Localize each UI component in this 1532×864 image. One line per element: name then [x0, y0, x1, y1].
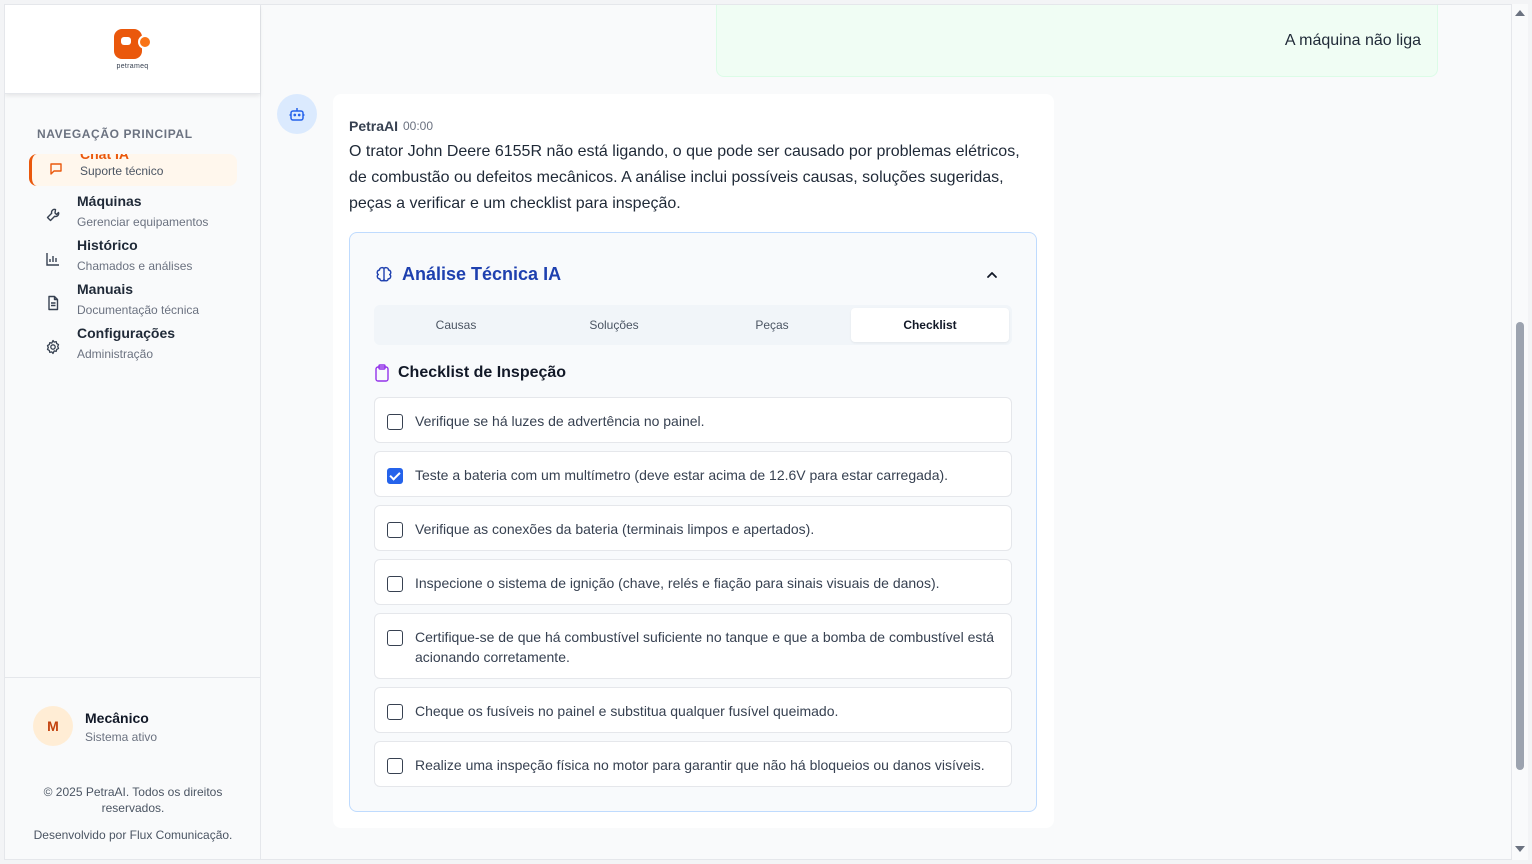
sidebar-item-configuracoes[interactable]: Configurações Administração: [29, 325, 237, 365]
developer-credit: Desenvolvido por Flux Comunicação.: [33, 828, 233, 842]
sidebar-item-historico[interactable]: Histórico Chamados e análises: [29, 237, 237, 277]
message-timestamp: 00:00: [403, 119, 434, 133]
user-name: Mecânico: [85, 710, 149, 726]
checkbox[interactable]: [387, 576, 403, 592]
logo[interactable]: petrameq: [5, 5, 260, 94]
checklist-item-text: Certifique-se de que há combustível sufi…: [415, 629, 995, 665]
checklist-item-text: Realize uma inspeção física no motor par…: [415, 757, 985, 773]
app-window: petrameq NAVEGAÇÃO PRINCIPAL Chat IA Sup…: [4, 4, 1512, 860]
sidebar-item-maquinas[interactable]: Máquinas Gerenciar equipamentos: [29, 193, 237, 233]
checkbox[interactable]: [387, 468, 403, 484]
checkbox[interactable]: [387, 704, 403, 720]
sidebar-item-sublabel: Documentação técnica: [77, 303, 200, 317]
scrollbar-thumb[interactable]: [1516, 322, 1524, 770]
analysis-title: Análise Técnica IA: [402, 264, 562, 284]
checklist-item[interactable]: Certifique-se de que há combustível sufi…: [374, 613, 1012, 679]
tab-pecas[interactable]: Peças: [693, 308, 851, 342]
checklist-item[interactable]: Realize uma inspeção física no motor par…: [374, 741, 1012, 787]
sidebar-item-label: Histórico: [77, 237, 138, 253]
checklist-item-text: Cheque os fusíveis no painel e substitua…: [415, 703, 839, 719]
bot-message-card: PetraAI 00:00 O trator John Deere 6155R …: [333, 94, 1054, 828]
checklist-item-text: Verifique se há luzes de advertência no …: [415, 413, 705, 429]
sidebar-item-label: Máquinas: [77, 193, 142, 209]
user-status: Sistema ativo: [85, 730, 158, 744]
sidebar-item-sublabel: Gerenciar equipamentos: [77, 215, 209, 229]
checklist-item[interactable]: Teste a bateria com um multímetro (deve …: [374, 451, 1012, 497]
chat-icon: [50, 163, 62, 175]
chart-icon: [46, 253, 59, 266]
brain-icon: [376, 266, 392, 282]
scroll-down-arrow-icon[interactable]: [1515, 846, 1525, 852]
checkbox[interactable]: [387, 414, 403, 430]
checklist-item-text: Teste a bateria com um multímetro (deve …: [415, 467, 949, 483]
sidebar-item-sublabel: Chamados e análises: [77, 259, 193, 273]
document-icon: [48, 295, 59, 311]
nav-section-title: NAVEGAÇÃO PRINCIPAL: [37, 127, 193, 141]
bot-name: PetraAI: [349, 118, 399, 134]
analysis-tabs: Causas Soluções Peças Checklist: [374, 305, 1012, 345]
robot-icon: [289, 108, 305, 121]
bot-message-text: O trator John Deere 6155R não está ligan…: [349, 143, 1020, 212]
clipboard-icon: [375, 364, 389, 382]
petrameq-logo-icon: [113, 28, 152, 61]
sidebar-footer: M Mecânico Sistema ativo © 2025 PetraAI.…: [5, 677, 261, 859]
checkbox[interactable]: [387, 522, 403, 538]
gear-icon: [46, 339, 60, 355]
bot-avatar: [277, 94, 317, 134]
checklist-item[interactable]: Cheque os fusíveis no painel e substitua…: [374, 687, 1012, 733]
chat-area: A máquina não liga PetraAI 00:00 O trato…: [262, 5, 1511, 859]
scroll-up-arrow-icon[interactable]: [1515, 10, 1525, 16]
sidebar-item-sublabel: Administração: [77, 347, 154, 361]
sidebar-item-manuais[interactable]: Manuais Documentação técnica: [29, 281, 237, 321]
avatar[interactable]: M: [33, 706, 73, 746]
checklist-item[interactable]: Verifique as conexões da bateria (termin…: [374, 505, 1012, 551]
wrench-icon: [46, 208, 60, 222]
tab-checklist[interactable]: Checklist: [851, 308, 1009, 342]
sidebar-item-label: Manuais: [77, 281, 134, 297]
sidebar: petrameq NAVEGAÇÃO PRINCIPAL Chat IA Sup…: [5, 5, 261, 859]
user-message-text: A máquina não liga: [1284, 32, 1421, 49]
sidebar-item-chat-ia[interactable]: Chat IA Suporte técnico: [29, 154, 237, 186]
tab-solucoes[interactable]: Soluções: [535, 308, 693, 342]
checklist-item-text: Inspecione o sistema de ignição (chave, …: [415, 575, 940, 591]
logo-text: petrameq: [116, 62, 149, 70]
checkbox[interactable]: [387, 630, 403, 646]
sidebar-item-label: Chat IA: [80, 154, 129, 162]
technical-analysis-panel: Análise Técnica IA Causas Soluções Peças…: [349, 232, 1037, 812]
checkbox[interactable]: [387, 758, 403, 774]
user-message-bubble: A máquina não liga: [716, 5, 1438, 77]
checklist-title: Checklist de Inspeção: [398, 364, 567, 381]
chevron-up-icon[interactable]: [984, 267, 1000, 283]
vertical-scrollbar[interactable]: [1512, 4, 1528, 860]
checklist-item[interactable]: Verifique se há luzes de advertência no …: [374, 397, 1012, 443]
checklist-item[interactable]: Inspecione o sistema de ignição (chave, …: [374, 559, 1012, 605]
copyright-text: © 2025 PetraAI. Todos os direitos reserv…: [43, 785, 223, 815]
sidebar-item-sublabel: Suporte técnico: [80, 164, 164, 178]
sidebar-item-label: Configurações: [77, 325, 176, 341]
checklist-item-text: Verifique as conexões da bateria (termin…: [415, 521, 815, 537]
tab-causas[interactable]: Causas: [377, 308, 535, 342]
